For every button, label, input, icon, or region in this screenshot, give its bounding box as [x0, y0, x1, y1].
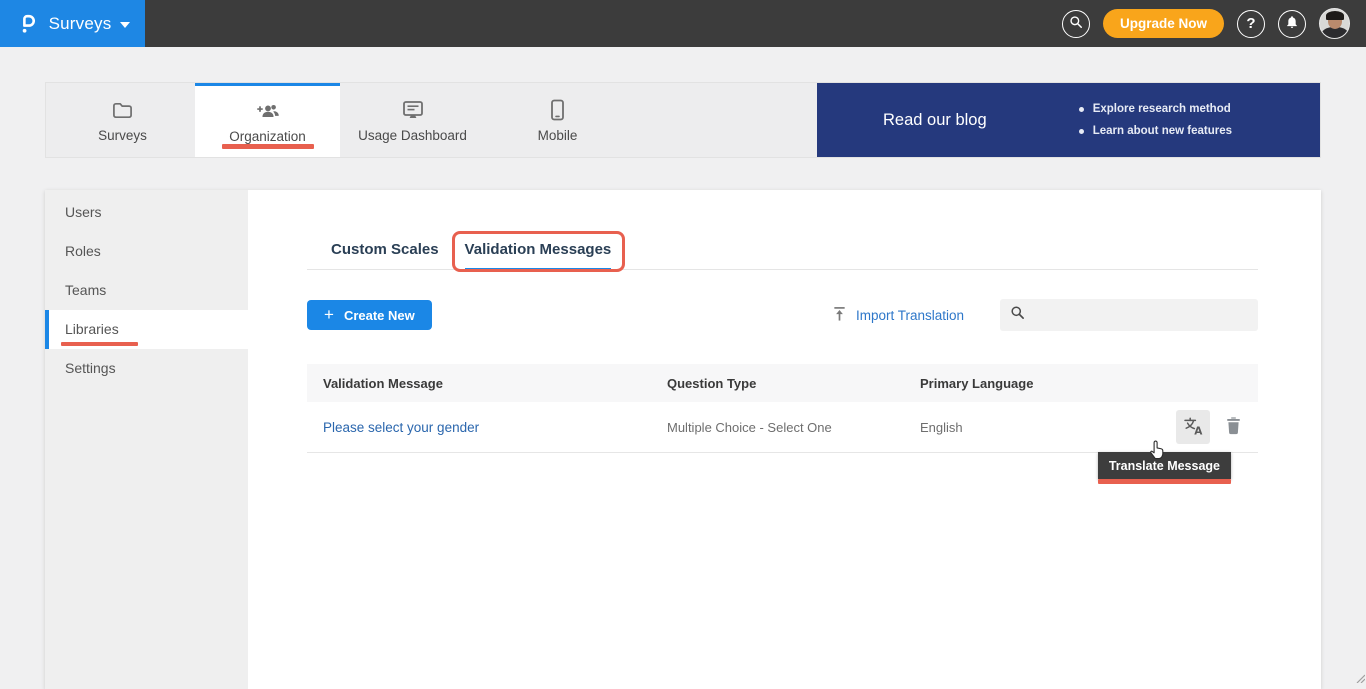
topbar-actions: Upgrade Now ?: [1062, 0, 1366, 47]
question-type-cell: Multiple Choice - Select One: [667, 420, 920, 435]
sidebar-item-libraries[interactable]: Libraries: [45, 310, 248, 349]
folder-icon: [111, 99, 134, 121]
hand-cursor-icon: [1146, 437, 1170, 461]
import-translation-link[interactable]: Import Translation: [832, 306, 964, 325]
banner-title: Read our blog: [883, 111, 987, 130]
sidebar-item-label: Users: [65, 204, 102, 220]
help-button[interactable]: ?: [1237, 10, 1265, 38]
banner-bullet: Learn about new features: [1077, 120, 1232, 142]
nav-tab-usage-dashboard[interactable]: Usage Dashboard: [340, 83, 485, 157]
plus-icon: +: [324, 306, 334, 323]
column-header-question-type: Question Type: [667, 376, 920, 391]
primary-nav-card: Surveys Organization: [45, 82, 1321, 158]
nav-tab-mobile[interactable]: Mobile: [485, 83, 630, 157]
column-header-primary-language: Primary Language: [920, 376, 1242, 391]
library-toolbar: + Create New Import Translation: [307, 299, 1258, 331]
toolbar-right-group: Import Translation: [832, 299, 1258, 331]
nav-tab-label: Mobile: [538, 128, 578, 143]
product-switcher[interactable]: Surveys: [0, 0, 145, 47]
sidebar-item-label: Settings: [65, 360, 116, 376]
resize-grip-icon[interactable]: [1356, 670, 1365, 688]
nav-tab-label: Organization: [229, 129, 306, 144]
top-bar: Surveys Upgrade Now ?: [0, 0, 1366, 47]
chevron-down-icon: [120, 22, 130, 28]
upgrade-now-button[interactable]: Upgrade Now: [1103, 9, 1224, 38]
organization-sidebar: Users Roles Teams Libraries Settings: [45, 190, 248, 689]
nav-tab-label: Surveys: [98, 128, 147, 143]
nav-tab-surveys[interactable]: Surveys: [50, 83, 195, 157]
user-avatar[interactable]: [1319, 8, 1350, 39]
translate-icon: A: [1183, 416, 1204, 439]
banner-bullet: Explore research method: [1077, 98, 1232, 120]
annotation-underline-libraries: [61, 342, 138, 346]
table-row: Please select your gender Multiple Choic…: [307, 402, 1258, 453]
tab-custom-scales[interactable]: Custom Scales: [331, 232, 439, 269]
tab-validation-messages[interactable]: Validation Messages: [465, 232, 612, 269]
notifications-button[interactable]: [1278, 10, 1306, 38]
sidebar-item-users[interactable]: Users: [45, 193, 248, 232]
translate-message-tooltip: Translate Message: [1098, 452, 1231, 479]
translate-message-button[interactable]: A: [1176, 410, 1210, 444]
validation-messages-table: Validation Message Question Type Primary…: [307, 364, 1258, 453]
tooltip-label: Translate Message: [1109, 459, 1220, 473]
create-new-button[interactable]: + Create New: [307, 300, 432, 330]
column-header-validation-message: Validation Message: [323, 376, 667, 391]
validation-message-link[interactable]: Please select your gender: [323, 420, 667, 435]
question-mark-icon: ?: [1246, 15, 1255, 32]
sidebar-item-settings[interactable]: Settings: [45, 349, 248, 388]
questionpro-logo-icon: [15, 11, 40, 36]
sidebar-item-label: Roles: [65, 243, 101, 259]
libraries-content: Custom Scales Validation Messages + Crea…: [248, 190, 1321, 689]
annotation-underline-tooltip: [1098, 479, 1231, 484]
sidebar-item-label: Libraries: [65, 321, 119, 337]
libraries-tabs: Custom Scales Validation Messages: [307, 232, 1258, 270]
smartphone-icon: [550, 99, 565, 121]
row-actions: A: [1176, 410, 1242, 444]
dashboard-monitor-icon: [401, 99, 425, 121]
create-new-label: Create New: [344, 308, 415, 323]
library-search-box[interactable]: [1000, 299, 1258, 331]
global-search-button[interactable]: [1062, 10, 1090, 38]
primary-language-cell: English: [920, 420, 1176, 435]
tab-label: Custom Scales: [331, 241, 439, 258]
blog-banner[interactable]: Read our blog Explore research method Le…: [817, 83, 1320, 157]
annotation-underline-organization: [222, 144, 314, 149]
sidebar-item-roles[interactable]: Roles: [45, 232, 248, 271]
banner-bullet-list: Explore research method Learn about new …: [1077, 98, 1232, 142]
delete-message-button[interactable]: [1225, 416, 1242, 438]
sidebar-item-label: Teams: [65, 282, 106, 298]
library-search-input[interactable]: [1025, 299, 1258, 331]
nav-tab-label: Usage Dashboard: [358, 128, 467, 143]
svg-text:A: A: [1194, 425, 1203, 436]
tab-label: Validation Messages: [465, 241, 612, 258]
organization-panel: Users Roles Teams Libraries Settings Cus…: [45, 190, 1321, 689]
bell-icon: [1285, 15, 1299, 33]
sidebar-item-teams[interactable]: Teams: [45, 271, 248, 310]
active-tab-indicator: [465, 268, 612, 271]
add-group-icon: [255, 100, 281, 122]
import-icon: [832, 306, 847, 325]
search-icon: [1069, 15, 1083, 33]
trash-icon: [1225, 416, 1242, 438]
nav-tab-organization[interactable]: Organization: [195, 83, 340, 157]
product-label: Surveys: [49, 14, 112, 34]
import-translation-label: Import Translation: [856, 308, 964, 323]
table-header-row: Validation Message Question Type Primary…: [307, 364, 1258, 402]
search-icon: [1010, 305, 1025, 325]
